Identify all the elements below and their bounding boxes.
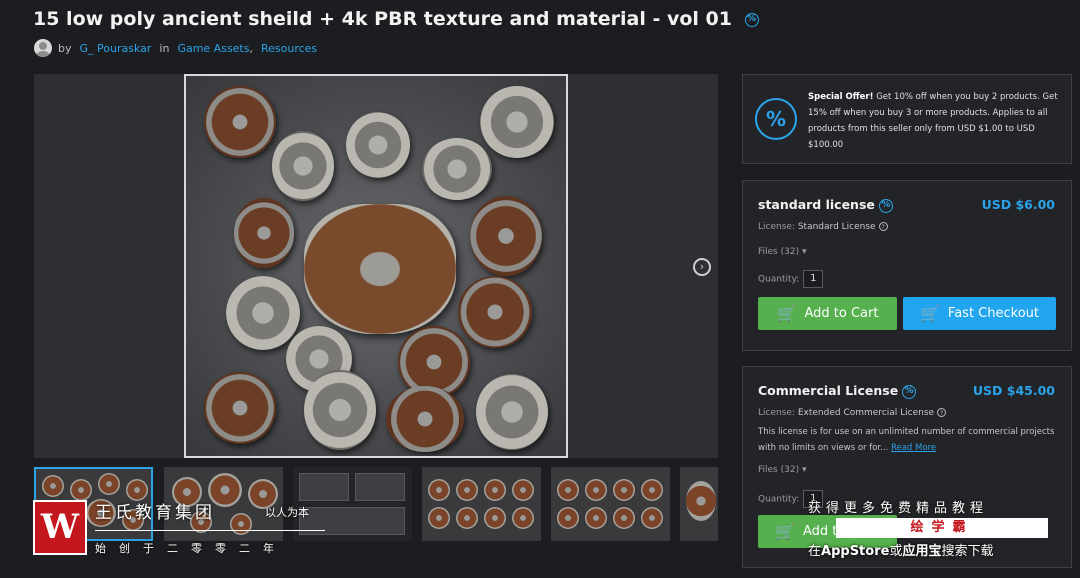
watermark-divider [95, 530, 325, 531]
author-link[interactable]: G_ Pouraskar [80, 42, 152, 55]
files-dropdown[interactable]: Files (32) ▾ [758, 465, 807, 475]
shield-image [204, 372, 276, 444]
image-gallery: › [34, 74, 718, 458]
category-link-game-assets[interactable]: Game Assets [177, 42, 249, 55]
thumbnail-4[interactable] [422, 467, 541, 541]
shield-image [480, 86, 554, 158]
shield-image [458, 276, 532, 348]
license-price: USD $45.00 [972, 383, 1055, 398]
quantity-row: Quantity: 1 [758, 270, 824, 288]
thumbnail-6[interactable] [680, 467, 718, 541]
watermark-promo-line: 获得更多免费精品教程 [808, 501, 989, 516]
shield-image [346, 112, 410, 178]
cart-icon: 🛒 [776, 304, 797, 323]
cart-fast-icon: 🛒 [920, 304, 940, 323]
watermark-download-line: 在AppStore或应用宝搜索下载 [808, 544, 994, 559]
shield-image [470, 196, 542, 276]
add-to-cart-button[interactable]: 🛒 Add to Cart [758, 297, 897, 330]
shield-image [204, 86, 276, 158]
shield-image [234, 198, 294, 268]
chevron-down-icon: ▾ [801, 247, 807, 257]
watermark-brand-bar: 绘学霸 [836, 518, 1048, 538]
watermark-founded: 始创于二零零二年 [95, 542, 287, 555]
next-image-button[interactable]: › [693, 258, 711, 276]
license-type: License: Standard License? [758, 222, 888, 232]
license-description: This license is for use on an unlimited … [758, 427, 1055, 453]
files-dropdown[interactable]: Files (32) ▾ [758, 247, 807, 257]
shield-image [226, 276, 300, 350]
cart-icon: 🛒 [775, 522, 795, 541]
shield-image [422, 138, 492, 200]
discount-badge-icon[interactable]: % [878, 198, 893, 213]
thumbnail-5[interactable] [551, 467, 670, 541]
percent-icon: % [755, 98, 797, 140]
chevron-down-icon: ▾ [801, 465, 807, 475]
author-avatar[interactable] [34, 39, 52, 57]
quantity-input[interactable]: 1 [803, 270, 824, 288]
discount-badge-icon[interactable]: % [902, 384, 917, 399]
fast-checkout-button[interactable]: 🛒 Fast Checkout [903, 297, 1056, 330]
dragon-shield-image [304, 204, 456, 334]
standard-license-panel: standard license% USD $6.00 License: Sta… [742, 180, 1072, 351]
shield-image [304, 370, 376, 450]
shield-image [386, 386, 464, 452]
special-offer-panel: % Special Offer! Get 10% off when you bu… [742, 74, 1072, 164]
offer-text: Special Offer! Get 10% off when you buy … [808, 92, 1058, 150]
watermark-logo: W [33, 500, 87, 555]
help-icon[interactable]: ? [878, 222, 888, 231]
shield-image [272, 131, 334, 201]
help-icon[interactable]: ? [937, 408, 947, 417]
read-more-link[interactable]: Read More [891, 443, 936, 453]
license-name: Commercial License% [758, 383, 917, 399]
watermark-org-name: 王氏教育集团 [95, 503, 215, 523]
shield-image [476, 374, 548, 450]
license-type: License: Extended Commercial License? [758, 408, 947, 418]
product-title: 15 low poly ancient sheild + 4k PBR text… [33, 8, 759, 30]
license-name: standard license% [758, 197, 893, 213]
category-link-resources[interactable]: Resources [261, 42, 317, 55]
license-price: USD $6.00 [981, 197, 1055, 212]
watermark-slogan: 以人为本 [265, 506, 309, 519]
byline: by G_ Pouraskar in Game Assets , Resourc… [34, 39, 317, 57]
main-product-image[interactable] [184, 74, 568, 458]
discount-badge-icon[interactable]: % [744, 12, 759, 27]
